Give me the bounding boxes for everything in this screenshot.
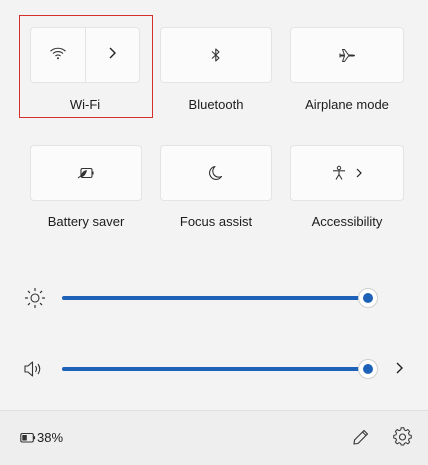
speaker-icon <box>23 359 45 384</box>
quick-settings-footer: 38% <box>0 410 428 465</box>
brightness-slider-row <box>20 286 420 310</box>
brightness-slider-track[interactable] <box>62 296 368 300</box>
focus-assist-label: Focus assist <box>179 214 253 229</box>
chevron-right-icon <box>355 167 363 179</box>
wifi-toggle-button[interactable] <box>31 28 85 82</box>
chevron-right-icon <box>394 361 410 375</box>
wifi-expand-button[interactable] <box>84 28 140 82</box>
brightness-slider-fill <box>62 296 368 300</box>
airplane-mode-tile[interactable] <box>290 27 404 83</box>
settings-button[interactable] <box>393 427 415 449</box>
accessibility-tile[interactable] <box>290 145 404 201</box>
volume-slider-row <box>20 357 420 381</box>
bluetooth-label: Bluetooth <box>188 97 244 112</box>
airplane-icon <box>338 47 356 63</box>
chevron-right-icon <box>107 46 117 65</box>
wifi-tile <box>30 27 140 83</box>
airplane-mode-label: Airplane mode <box>305 97 389 112</box>
volume-slider-track[interactable] <box>62 367 368 371</box>
battery-percentage: 38% <box>37 430 64 445</box>
battery-saver-tile[interactable] <box>30 145 142 201</box>
wifi-label: Wi-Fi <box>69 97 101 112</box>
bluetooth-tile[interactable] <box>160 27 272 83</box>
volume-expand-button[interactable] <box>394 361 410 377</box>
pencil-icon <box>352 428 372 446</box>
accessibility-icon <box>331 165 347 181</box>
battery-saver-icon <box>77 167 95 179</box>
gear-icon <box>393 427 415 447</box>
moon-icon <box>209 165 223 181</box>
volume-slider-fill <box>62 367 368 371</box>
wifi-icon <box>49 46 67 65</box>
accessibility-label: Accessibility <box>311 214 383 229</box>
focus-assist-tile[interactable] <box>160 145 272 201</box>
quick-settings-panel: Wi-Fi Bluetooth Airplane mode Battery sa… <box>0 0 428 410</box>
battery-icon[interactable] <box>20 431 36 449</box>
bluetooth-icon <box>210 47 222 63</box>
battery-saver-label: Battery saver <box>47 214 125 229</box>
volume-slider-thumb[interactable] <box>358 359 378 379</box>
brightness-slider-thumb[interactable] <box>358 288 378 308</box>
brightness-icon <box>24 287 46 314</box>
edit-quick-settings-button[interactable] <box>352 428 372 448</box>
